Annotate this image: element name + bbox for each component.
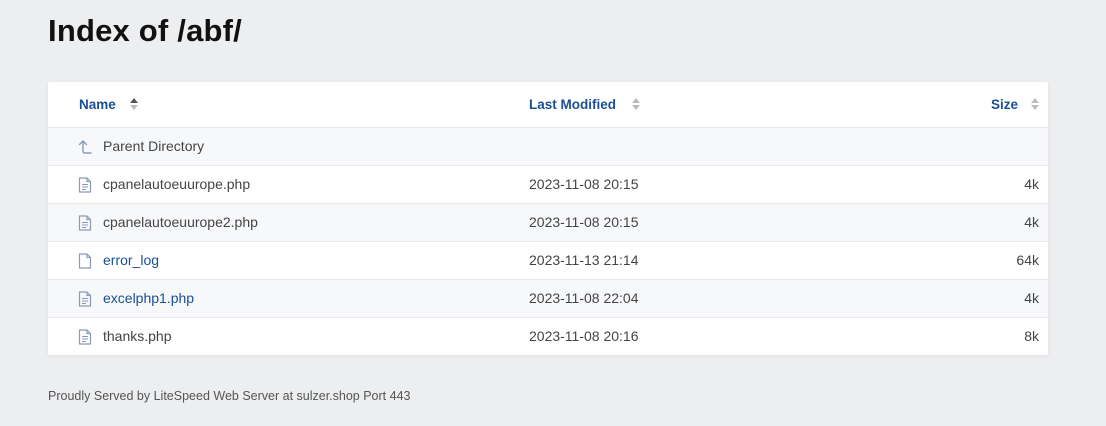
name-column-header[interactable]: Name xyxy=(79,82,116,127)
sort-by-size-link[interactable]: Size xyxy=(991,97,1018,112)
file-size: 4k xyxy=(1024,214,1039,230)
file-modified: 2023-11-13 21:14 xyxy=(529,252,639,268)
file-name-link[interactable]: cpanelautoeuurope.php xyxy=(103,176,250,192)
file-text-icon xyxy=(78,215,92,231)
parent-directory-row[interactable]: Parent Directory xyxy=(48,127,1048,165)
sort-icon[interactable] xyxy=(130,98,138,110)
file-modified: 2023-11-08 20:16 xyxy=(529,328,639,344)
file-listing-table: Name Last Modified Size Parent Directory… xyxy=(48,82,1048,355)
file-row[interactable]: thanks.php 2023-11-08 20:16 8k xyxy=(48,317,1048,355)
file-row[interactable]: excelphp1.php 2023-11-08 22:04 4k xyxy=(48,279,1048,317)
file-size: 4k xyxy=(1024,176,1039,192)
size-column-header[interactable]: Size xyxy=(991,82,1018,127)
modified-column-header[interactable]: Last Modified xyxy=(529,82,616,127)
table-header: Name Last Modified Size xyxy=(48,82,1048,127)
file-name-link[interactable]: cpanelautoeuurope2.php xyxy=(103,214,258,230)
file-row[interactable]: cpanelautoeuurope2.php 2023-11-08 20:15 4k xyxy=(48,203,1048,241)
page-title: Index of /abf/ xyxy=(48,13,242,48)
sort-icon[interactable] xyxy=(1031,98,1039,110)
file-icon xyxy=(78,253,92,269)
file-name-link[interactable]: thanks.php xyxy=(103,328,172,344)
file-name-link[interactable]: error_log xyxy=(103,252,159,268)
file-text-icon xyxy=(78,291,92,307)
file-size: 8k xyxy=(1024,328,1039,344)
parent-directory-link[interactable]: Parent Directory xyxy=(103,138,204,154)
file-size: 4k xyxy=(1024,290,1039,306)
file-row[interactable]: error_log 2023-11-13 21:14 64k xyxy=(48,241,1048,279)
sort-by-modified-link[interactable]: Last Modified xyxy=(529,97,616,112)
sort-icon[interactable] xyxy=(632,98,640,110)
file-size: 64k xyxy=(1016,252,1039,268)
sort-by-name-link[interactable]: Name xyxy=(79,97,116,112)
file-text-icon xyxy=(78,329,92,345)
file-modified: 2023-11-08 22:04 xyxy=(529,290,639,306)
file-modified: 2023-11-08 20:15 xyxy=(529,176,639,192)
server-footer: Proudly Served by LiteSpeed Web Server a… xyxy=(48,389,411,403)
file-text-icon xyxy=(78,177,92,193)
file-name-link[interactable]: excelphp1.php xyxy=(103,290,194,306)
file-modified: 2023-11-08 20:15 xyxy=(529,214,639,230)
arrow-up-icon xyxy=(78,139,92,155)
file-row[interactable]: cpanelautoeuurope.php 2023-11-08 20:15 4k xyxy=(48,165,1048,203)
